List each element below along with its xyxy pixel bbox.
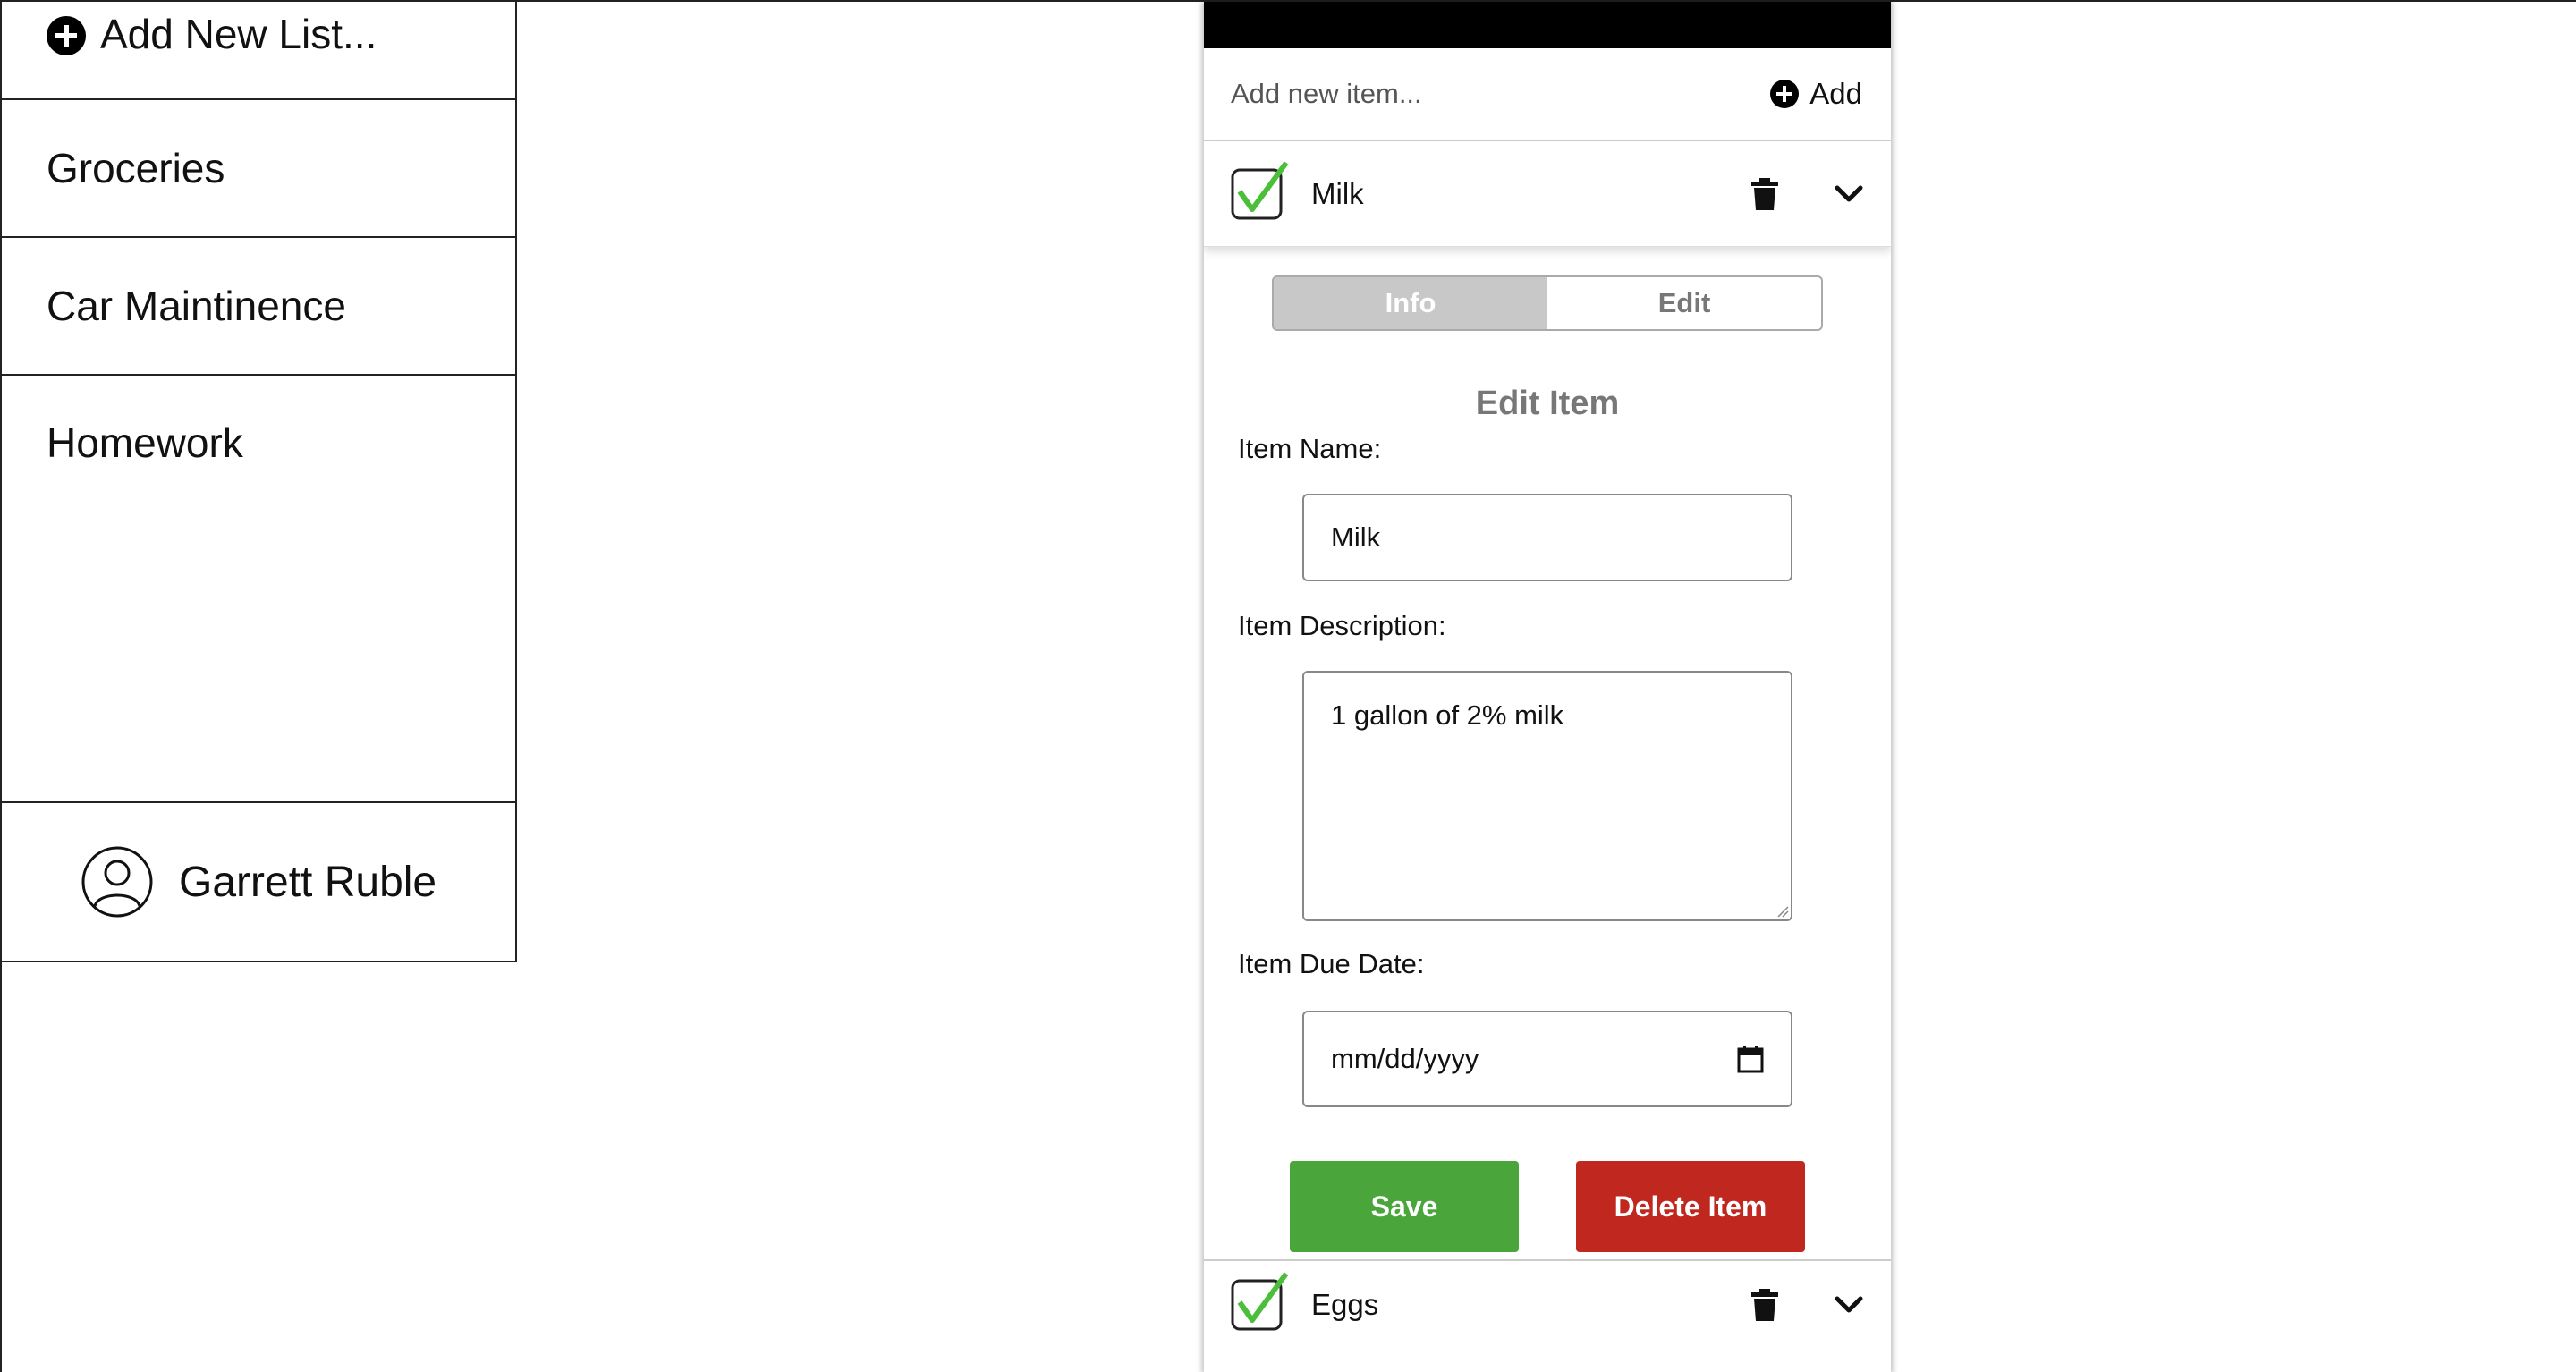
item-checkbox[interactable] [1231,160,1289,220]
item-checkbox[interactable] [1231,1272,1289,1331]
sidebar-item-car-maintinence[interactable]: Car Maintinence [2,238,515,376]
user-name: Garrett Ruble [179,858,437,906]
save-button[interactable]: Save [1290,1161,1519,1252]
app-page: Add New List... Groceries Car Maintinenc… [0,0,2576,1372]
sidebar-item-label: Homework [47,419,243,466]
sidebar-item-groceries[interactable]: Groceries [2,100,515,238]
trash-icon[interactable] [1751,177,1778,211]
item-name-label: Item Name: [1238,433,1382,464]
sidebar-item-label: Groceries [47,145,225,191]
add-item-button-label: Add [1809,77,1862,110]
item-name-input[interactable] [1302,494,1792,581]
todo-item-row: Eggs [1204,1259,1891,1349]
trash-icon[interactable] [1751,1288,1778,1322]
tab-edit[interactable]: Edit [1547,277,1821,329]
add-item-input[interactable] [1231,78,1696,110]
list-panel: Add Milk Info [1204,2,1891,1372]
due-date-placeholder: mm/dd/yyyy [1331,1043,1479,1074]
detail-tabs: Info Edit [1272,275,1823,331]
add-item-button[interactable]: Add [1770,77,1862,111]
add-item-row: Add [1204,48,1891,141]
edit-item-title: Edit Item [1475,385,1620,422]
item-name: Milk [1311,176,1364,210]
item-description-label: Item Description: [1238,610,1446,641]
sidebar-item-label: Car Maintinence [47,283,346,329]
checkmark-icon [1231,160,1289,219]
sidebar-item-homework[interactable]: Homework [2,376,515,803]
user-avatar-icon [81,846,153,918]
plus-circle-icon [1770,80,1800,108]
tab-info[interactable]: Info [1274,277,1547,329]
calendar-icon[interactable] [1737,1045,1764,1073]
item-detail-panel: Info Edit Edit Item Item Name: Item Desc… [1204,247,1891,1259]
item-due-date-label: Item Due Date: [1238,948,1425,979]
chevron-down-icon[interactable] [1834,183,1864,205]
add-new-list-label: Add New List... [100,11,377,57]
user-profile[interactable]: Garrett Ruble [2,803,515,961]
add-new-list-button[interactable]: Add New List... [2,2,515,100]
checkmark-icon [1231,1272,1289,1331]
plus-circle-icon [47,16,86,55]
item-due-date-input[interactable]: mm/dd/yyyy [1302,1011,1792,1107]
item-description-textarea[interactable]: 1 gallon of 2% milk [1302,671,1792,921]
todo-item-row: Milk [1204,141,1891,247]
chevron-down-icon[interactable] [1834,1294,1864,1316]
item-name: Eggs [1311,1288,1379,1321]
resize-grip-icon[interactable] [1776,905,1789,918]
sidebar: Add New List... Groceries Car Maintinenc… [2,2,517,962]
panel-header-bar [1204,2,1891,48]
delete-item-button[interactable]: Delete Item [1576,1161,1805,1252]
